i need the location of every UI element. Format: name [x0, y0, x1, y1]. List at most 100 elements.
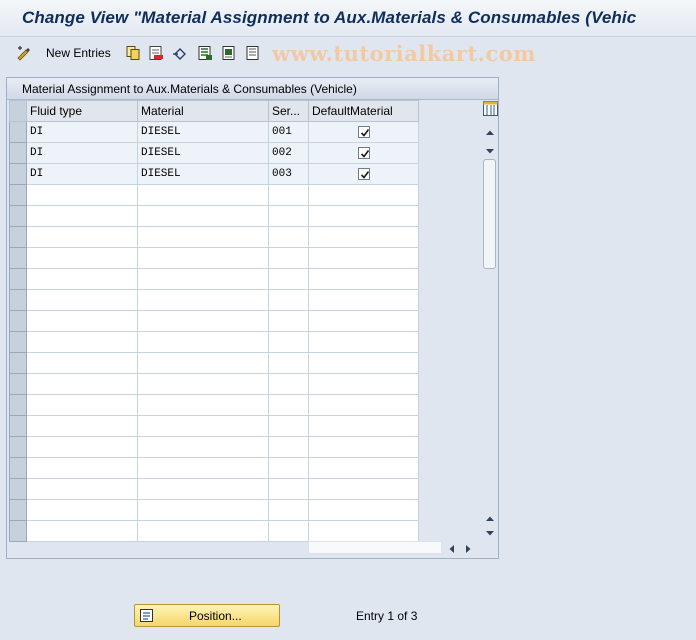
default-material-cell[interactable]: [308, 184, 419, 206]
row-selector[interactable]: [9, 352, 27, 374]
material-cell[interactable]: [137, 184, 269, 206]
sequence-cell[interactable]: [268, 499, 309, 521]
fluid-type-cell[interactable]: [26, 184, 138, 206]
sequence-cell[interactable]: [268, 331, 309, 353]
fluid-type-cell[interactable]: [26, 289, 138, 311]
select-all-rows-cell[interactable]: [9, 100, 27, 122]
position-button[interactable]: Position...: [134, 604, 280, 627]
fluid-type-cell[interactable]: [26, 226, 138, 248]
display-change-icon[interactable]: [16, 45, 32, 61]
row-selector[interactable]: [9, 373, 27, 395]
row-selector[interactable]: [9, 457, 27, 479]
material-cell[interactable]: [137, 520, 269, 542]
row-selector[interactable]: [9, 121, 27, 143]
vertical-scrollbar[interactable]: [482, 100, 498, 538]
row-selector[interactable]: [9, 520, 27, 542]
default-material-cell[interactable]: [308, 310, 419, 332]
row-selector[interactable]: [9, 184, 27, 206]
row-selector[interactable]: [9, 478, 27, 500]
fluid-type-cell[interactable]: [26, 457, 138, 479]
material-cell[interactable]: [137, 415, 269, 437]
column-header-sequence[interactable]: Ser...: [268, 100, 309, 122]
scroll-up-icon[interactable]: [485, 126, 495, 135]
scroll-thumb[interactable]: [483, 159, 496, 269]
sequence-cell[interactable]: [268, 394, 309, 416]
sequence-cell[interactable]: 001: [268, 121, 309, 143]
default-material-cell[interactable]: [308, 205, 419, 227]
select-block-icon[interactable]: [221, 45, 237, 61]
material-cell[interactable]: [137, 331, 269, 353]
sequence-cell[interactable]: [268, 205, 309, 227]
material-cell[interactable]: DIESEL: [137, 121, 269, 143]
material-cell[interactable]: [137, 289, 269, 311]
fluid-type-cell[interactable]: [26, 331, 138, 353]
sequence-cell[interactable]: [268, 247, 309, 269]
fluid-type-cell[interactable]: [26, 268, 138, 290]
material-cell[interactable]: [137, 499, 269, 521]
row-selector[interactable]: [9, 499, 27, 521]
material-cell[interactable]: [137, 478, 269, 500]
row-selector[interactable]: [9, 142, 27, 164]
material-cell[interactable]: [137, 247, 269, 269]
default-material-checkbox[interactable]: [357, 167, 370, 180]
sequence-cell[interactable]: [268, 184, 309, 206]
sequence-cell[interactable]: [268, 457, 309, 479]
copy-icon[interactable]: [125, 45, 141, 61]
undo-icon[interactable]: [172, 45, 188, 61]
default-material-checkbox[interactable]: [357, 146, 370, 159]
row-selector[interactable]: [9, 247, 27, 269]
row-selector[interactable]: [9, 310, 27, 332]
material-cell[interactable]: [137, 268, 269, 290]
default-material-cell[interactable]: [308, 373, 419, 395]
sequence-cell[interactable]: 002: [268, 142, 309, 164]
column-header-default-material[interactable]: DefaultMaterial: [308, 100, 419, 122]
fluid-type-cell[interactable]: [26, 415, 138, 437]
default-material-cell[interactable]: [308, 352, 419, 374]
default-material-cell[interactable]: [308, 415, 419, 437]
column-header-material[interactable]: Material: [137, 100, 269, 122]
sequence-cell[interactable]: 003: [268, 163, 309, 185]
fluid-type-cell[interactable]: [26, 520, 138, 542]
horizontal-scroll-track[interactable]: [308, 541, 442, 554]
default-material-cell[interactable]: [308, 499, 419, 521]
fluid-type-cell[interactable]: [26, 352, 138, 374]
row-selector[interactable]: [9, 415, 27, 437]
sequence-cell[interactable]: [268, 289, 309, 311]
delete-icon[interactable]: [148, 45, 164, 61]
material-cell[interactable]: DIESEL: [137, 142, 269, 164]
row-selector[interactable]: [9, 163, 27, 185]
scroll-down-icon[interactable]: [485, 144, 495, 154]
row-selector[interactable]: [9, 289, 27, 311]
default-material-cell[interactable]: [308, 268, 419, 290]
sequence-cell[interactable]: [268, 373, 309, 395]
fluid-type-cell[interactable]: [26, 247, 138, 269]
new-entries-button[interactable]: New Entries: [46, 46, 111, 60]
default-material-cell[interactable]: [308, 457, 419, 479]
sequence-cell[interactable]: [268, 478, 309, 500]
row-selector[interactable]: [9, 205, 27, 227]
default-material-cell[interactable]: [308, 289, 419, 311]
row-selector[interactable]: [9, 226, 27, 248]
row-selector[interactable]: [9, 436, 27, 458]
column-header-fluid-type[interactable]: Fluid type: [26, 100, 138, 122]
sequence-cell[interactable]: [268, 415, 309, 437]
horizontal-scrollbar[interactable]: [308, 540, 478, 556]
material-cell[interactable]: [137, 373, 269, 395]
column-settings-icon[interactable]: [483, 101, 498, 116]
fluid-type-cell[interactable]: DI: [26, 163, 138, 185]
material-cell[interactable]: [137, 436, 269, 458]
fluid-type-cell[interactable]: [26, 310, 138, 332]
fluid-type-cell[interactable]: [26, 436, 138, 458]
material-cell[interactable]: [137, 352, 269, 374]
default-material-cell[interactable]: [308, 436, 419, 458]
default-material-cell[interactable]: [308, 331, 419, 353]
row-selector[interactable]: [9, 268, 27, 290]
scroll-right-icon[interactable]: [464, 543, 472, 553]
default-material-cell[interactable]: [308, 247, 419, 269]
default-material-cell[interactable]: [308, 520, 419, 542]
material-cell[interactable]: [137, 226, 269, 248]
fluid-type-cell[interactable]: [26, 478, 138, 500]
row-selector[interactable]: [9, 331, 27, 353]
deselect-all-icon[interactable]: [245, 45, 261, 61]
fluid-type-cell[interactable]: [26, 394, 138, 416]
